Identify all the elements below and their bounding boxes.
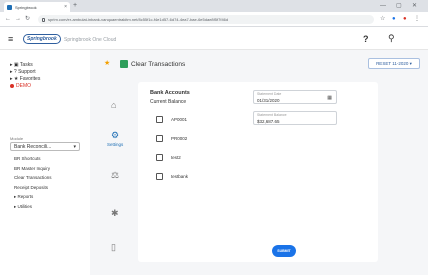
minimize-icon[interactable]: — [380,2,386,10]
account-name: PR0002 [171,136,188,141]
sidebar-item-reports[interactable]: ▸ Reports [14,192,52,202]
app-header: ≡ Springbrook Springbrook One Cloud ? ⚲ [0,28,428,50]
rail-label-settings[interactable]: Settings [107,142,123,147]
module-select-value: Bank Reconcili... [14,143,52,150]
sidebar-item-utilities[interactable]: ▸ Utilities [14,202,52,212]
maximize-icon[interactable]: ▢ [396,2,402,10]
account-checkbox[interactable] [156,154,163,161]
tab-close-icon[interactable]: × [64,4,67,10]
bookmark-star-icon[interactable]: ☆ [380,15,385,23]
sidebar-item-favorites[interactable]: ▸ ★ Favorites [10,76,40,83]
main-panel: ★ Clear Transactions RESET 11-2020 ▾ ⌂ ⚙… [90,50,428,275]
account-checkbox[interactable] [156,116,163,123]
extension-icon[interactable]: ● [392,15,396,23]
extension-icon[interactable]: ● [403,15,407,23]
forward-icon[interactable]: → [15,15,21,23]
statement-balance-label: Statement Balance [257,113,287,117]
user-icon[interactable]: ⚲ [388,33,395,43]
browser-tabstrip: Springbrook × + — ▢ ✕ [0,0,428,12]
url-bar[interactable]: sprim.com/er-ambulat-inbank-vanquaentrak… [38,15,374,24]
app-subtitle: Springbrook One Cloud [64,37,117,43]
settings-icon[interactable]: ⚙ [111,130,119,140]
screen: Springbrook × + — ▢ ✕ ← → ↻ sprim.com/er… [0,0,428,275]
title-bar: ★ Clear Transactions RESET 11-2020 ▾ [90,58,428,72]
bank-icon[interactable]: ⌂ [111,100,116,110]
statement-balance-value: $32,687.65 [257,119,280,124]
scale-icon[interactable]: ⚖ [111,170,119,180]
lock-icon [42,17,45,22]
logo[interactable]: Springbrook [23,34,61,44]
module-select-caption: Module [10,136,24,141]
account-name: test2 [171,155,181,160]
chevron-down-icon: ▾ [73,143,76,150]
calendar-icon[interactable]: ▦ [327,95,332,101]
tab-title: Springbrook [15,4,37,10]
browser-tab[interactable]: Springbrook × [4,2,70,12]
sidebar-item-receipt-deposits[interactable]: Receipt Deposits [14,183,52,193]
statement-date-label: Statement Date [257,92,282,96]
account-row[interactable]: PR0002 [156,135,187,142]
menu-icon[interactable]: ⋮ [414,15,420,23]
accounts-heading: Bank Accounts [150,90,190,96]
address-bar-row: ← → ↻ sprim.com/er-ambulat-inbank-vanqua… [0,12,428,27]
account-checkbox[interactable] [156,173,163,180]
back-icon[interactable]: ← [5,15,11,23]
sidebar-item-br-master-inquiry[interactable]: BR Master Inquiry [14,164,52,174]
account-checkbox[interactable] [156,135,163,142]
gear-icon[interactable]: ✱ [111,208,119,218]
favorite-star-icon[interactable]: ★ [104,59,110,69]
close-window-icon[interactable]: ✕ [412,2,417,10]
new-tab-button[interactable]: + [73,2,77,10]
sidebar-item-demo[interactable]: DEMO [10,83,40,90]
module-select-block: Module Bank Reconcili... ▾ [10,136,80,151]
accounts-card: Bank Accounts Current Balance AP0001 PR0… [138,82,378,262]
sidebar-nav: ▸ ▣ Tasks ▸ ? Support ▸ ★ Favorites DEMO [10,62,40,90]
help-icon[interactable]: ? [363,34,369,44]
sidebar-item-clear-transactions[interactable]: Clear Transactions [14,173,52,183]
module-sub-nav: BR Shortcuts BR Master Inquiry Clear Tra… [14,154,52,211]
statement-date-value: 01/31/2020 [257,98,280,103]
reload-icon[interactable]: ↻ [25,15,30,23]
demo-dot-icon [10,83,14,88]
icon-rail: ⌂ ⚙ Settings ⚖ ✱ ▯ [104,80,136,270]
statement-date-field[interactable]: Statement Date 01/31/2020 ▦ [253,90,337,104]
hamburger-menu-icon[interactable]: ≡ [8,34,13,44]
account-row[interactable]: testbank [156,173,188,180]
account-row[interactable]: test2 [156,154,181,161]
sidebar-item-tasks[interactable]: ▸ ▣ Tasks [10,62,40,69]
submit-button[interactable]: SUBMIT [272,245,296,257]
statement-balance-field[interactable]: Statement Balance $32,687.65 [253,111,337,125]
favicon-icon [7,4,12,10]
module-icon [120,60,128,68]
sidebar-item-support[interactable]: ▸ ? Support [10,69,40,76]
account-name: testbank [171,174,189,179]
account-name: AP0001 [171,117,188,122]
module-select[interactable]: Bank Reconcili... ▾ [10,142,80,151]
period-chip[interactable]: RESET 11-2020 ▾ [368,58,420,69]
current-balance-label: Current Balance [150,99,187,105]
document-icon[interactable]: ▯ [111,242,116,252]
url-text: sprim.com/er-ambulat-inbank-vanquaentrak… [48,17,229,22]
account-row[interactable]: AP0001 [156,116,187,123]
sidebar-item-br-shortcuts[interactable]: BR Shortcuts [14,154,52,164]
sidebar: ▸ ▣ Tasks ▸ ? Support ▸ ★ Favorites DEMO… [0,50,90,275]
page-title: Clear Transactions [131,61,186,68]
